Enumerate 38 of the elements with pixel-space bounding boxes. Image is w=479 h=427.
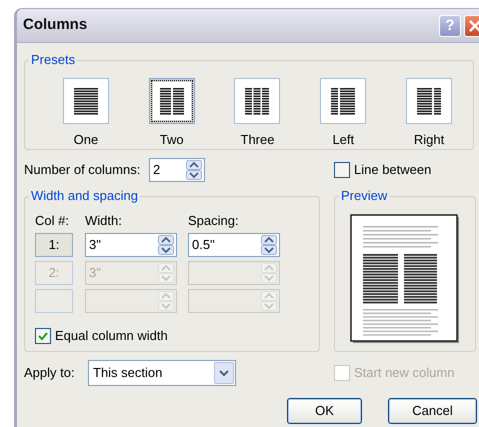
- column-number-box: 1:: [35, 233, 73, 257]
- checkbox[interactable]: [35, 328, 51, 344]
- checkbox[interactable]: [334, 162, 350, 178]
- preset-label: One: [74, 131, 98, 149]
- caret-icon[interactable]: [214, 362, 234, 384]
- column-header: Spacing:: [188, 212, 239, 229]
- group-title: Width and spacing: [29, 188, 140, 204]
- column-number-box: 2:: [35, 261, 73, 285]
- width-field[interactable]: 3": [85, 233, 177, 257]
- preset-button[interactable]: [148, 78, 195, 124]
- field-label: Number of columns:: [24, 161, 142, 180]
- checkbox-label: Line between: [354, 161, 432, 180]
- preset-label: Two: [160, 131, 184, 149]
- preset-label: Right: [414, 131, 444, 149]
- field-label: Apply to:: [24, 364, 76, 382]
- window-title: Columns: [23, 15, 88, 36]
- spin-arrows-icon[interactable]: [186, 160, 202, 180]
- preset-label: Three: [240, 131, 274, 149]
- preset-button[interactable]: [234, 78, 280, 124]
- spin-arrows-icon[interactable]: [158, 235, 174, 255]
- preset-label: Left: [332, 131, 354, 149]
- apply-to-dropdown[interactable]: This section: [88, 360, 236, 386]
- number-of-columns-field[interactable]: 2: [149, 158, 205, 182]
- spacing-field[interactable]: 0.5": [188, 233, 280, 257]
- column-header: Col #:: [35, 212, 70, 229]
- check-icon: [38, 330, 48, 341]
- spacing-field[interactable]: [188, 261, 280, 285]
- preset-button[interactable]: [62, 78, 109, 124]
- dialog-button[interactable]: OK: [287, 398, 362, 424]
- checkbox-label: Equal column width: [55, 327, 168, 345]
- preset-button[interactable]: [406, 78, 452, 124]
- spacing-field[interactable]: [188, 289, 280, 313]
- width-field[interactable]: [85, 289, 177, 313]
- checkbox-label: Start new column: [354, 364, 454, 382]
- spin-arrows-icon[interactable]: [261, 235, 277, 255]
- dialog-button[interactable]: Cancel: [388, 398, 477, 424]
- preset-button[interactable]: [320, 78, 366, 124]
- column-header: Width:: [85, 212, 123, 229]
